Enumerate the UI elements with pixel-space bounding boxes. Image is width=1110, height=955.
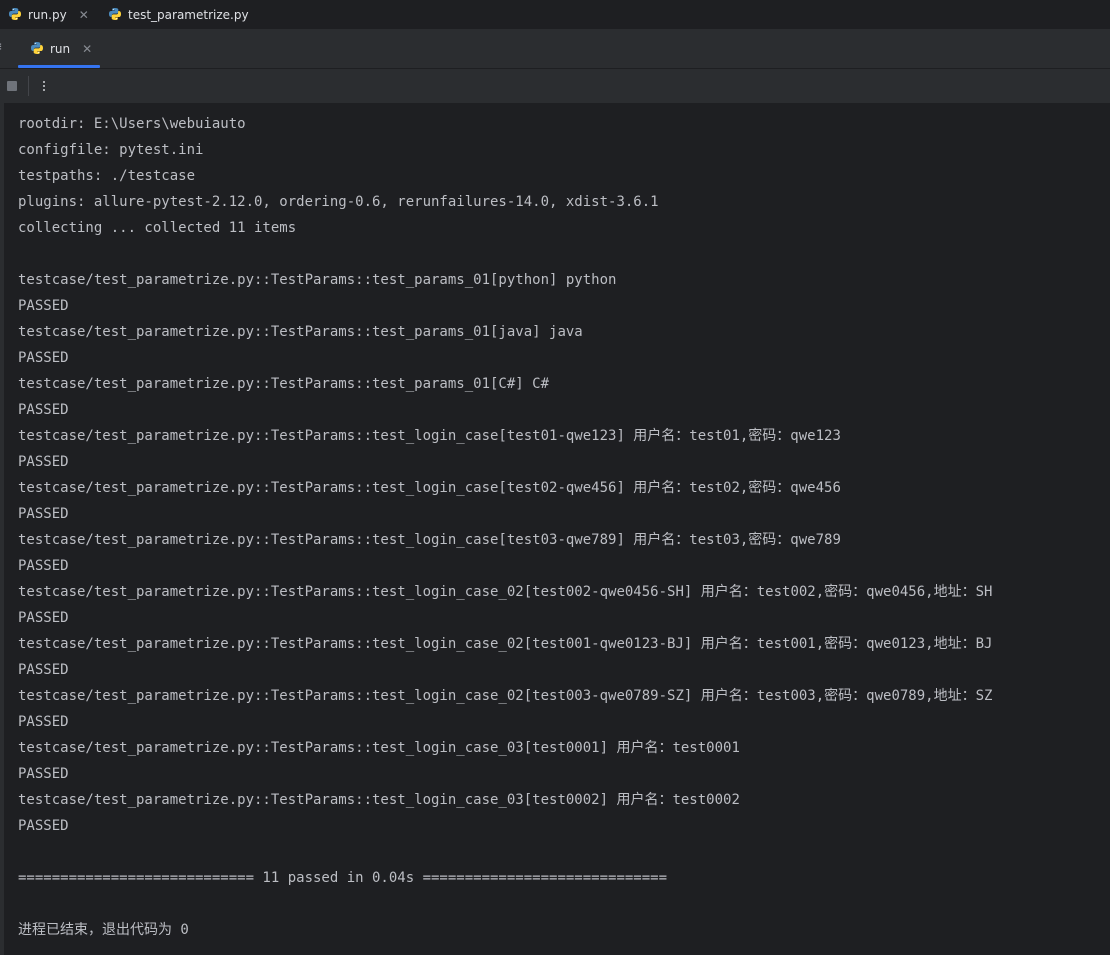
console-line: plugins: allure-pytest-2.12.0, ordering-… [18, 194, 659, 210]
console-line: testcase/test_parametrize.py::TestParams… [18, 532, 841, 548]
active-tab-indicator [18, 65, 100, 68]
console-line: ============================ 11 passed i… [18, 870, 668, 886]
editor-tab-label: run.py [28, 8, 67, 22]
console-line: PASSED [18, 610, 69, 626]
console-line: testcase/test_parametrize.py::TestParams… [18, 636, 993, 652]
console-line: collecting ... collected 11 items [18, 220, 297, 236]
python-icon [108, 7, 122, 24]
console-line: PASSED [18, 298, 69, 314]
console-line: PASSED [18, 662, 69, 678]
console-line: PASSED [18, 558, 69, 574]
console-line: testcase/test_parametrize.py::TestParams… [18, 376, 550, 392]
console-line: PASSED [18, 402, 69, 418]
console-line: PASSED [18, 506, 69, 522]
console-line: 进程已结束，退出代码为 0 [18, 922, 189, 938]
run-tab-label: run [50, 42, 71, 56]
run-tool-window-header: ⁝ run ✕ [0, 30, 1110, 69]
close-icon[interactable]: ✕ [79, 9, 89, 21]
console-line: PASSED [18, 714, 69, 730]
console-line: testpaths: ./testcase [18, 168, 196, 184]
console-line: testcase/test_parametrize.py::TestParams… [18, 272, 617, 288]
editor-tab-test-parametrize-py[interactable]: test_parametrize.py [108, 0, 249, 30]
console-line: testcase/test_parametrize.py::TestParams… [18, 688, 993, 704]
console-line: configfile: pytest.ini [18, 142, 204, 158]
editor-tab-label: test_parametrize.py [128, 8, 249, 22]
close-icon[interactable]: ✕ [82, 43, 92, 55]
toolbar-divider [28, 76, 29, 96]
console-lines: rootdir: E:\Users\webuiauto configfile: p… [18, 111, 992, 943]
console-line: PASSED [18, 350, 69, 366]
console-line: testcase/test_parametrize.py::TestParams… [18, 480, 841, 496]
python-icon [30, 41, 44, 58]
console-line: testcase/test_parametrize.py::TestParams… [18, 740, 740, 756]
run-toolbar [0, 69, 1110, 103]
console-gutter [0, 103, 4, 955]
console-line: testcase/test_parametrize.py::TestParams… [18, 792, 740, 808]
console-line: testcase/test_parametrize.py::TestParams… [18, 428, 841, 444]
console-line: PASSED [18, 766, 69, 782]
more-vertical-icon[interactable] [37, 76, 51, 96]
console-line: PASSED [18, 818, 69, 834]
python-icon [8, 7, 22, 24]
stop-icon[interactable] [7, 81, 17, 91]
console-line: testcase/test_parametrize.py::TestParams… [18, 324, 583, 340]
console-line: rootdir: E:\Users\webuiauto [18, 116, 246, 132]
console-line: testcase/test_parametrize.py::TestParams… [18, 584, 993, 600]
console-line: PASSED [18, 454, 69, 470]
editor-tab-run-py[interactable]: run.py ✕ [8, 0, 89, 30]
tool-window-edge-marker: ⁝ [0, 42, 3, 54]
editor-tab-bar: run.py ✕ test_parametrize.py [0, 0, 1110, 30]
run-tab[interactable]: run ✕ [18, 30, 100, 68]
console-output[interactable]: rootdir: E:\Users\webuiauto configfile: p… [0, 103, 1110, 955]
